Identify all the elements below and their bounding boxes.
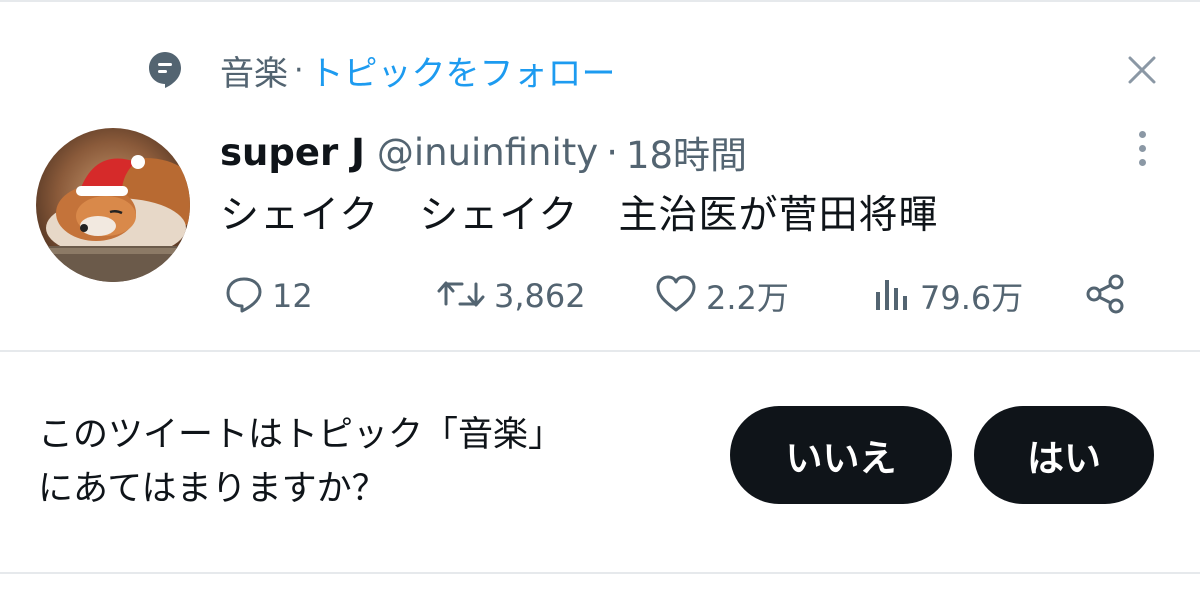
tweet-actions: 12 3,862 2.2万 79.6万 <box>0 266 1200 326</box>
tweet-header: super J @inuinfinity · 18時間 <box>220 126 747 178</box>
section-divider <box>0 350 1200 352</box>
user-handle[interactable]: @inuinfinity <box>377 131 598 174</box>
display-name[interactable]: super J <box>220 131 365 174</box>
retweet-icon <box>436 274 486 318</box>
yes-button[interactable]: はい <box>974 406 1154 504</box>
question-line-1: このツイートはトピック「音楽」 <box>38 415 564 455</box>
more-dot-icon <box>1138 130 1146 138</box>
views-button[interactable]: 79.6万 <box>872 266 1023 326</box>
question-line-2: にあてはまりますか？ <box>38 469 387 509</box>
share-icon <box>1084 272 1128 320</box>
more-options-button[interactable] <box>1128 126 1156 170</box>
tweet-text: シェイク シェイク 主治医が菅田将暉 <box>220 193 939 238</box>
reply-count: 12 <box>272 277 313 315</box>
topic-speech-bubble-icon <box>148 51 182 89</box>
like-count: 2.2万 <box>706 279 789 317</box>
bottom-divider <box>0 572 1200 574</box>
share-button[interactable] <box>1084 266 1128 326</box>
no-button[interactable]: いいえ <box>730 406 952 504</box>
topic-name[interactable]: 音楽 <box>220 46 288 95</box>
reply-icon <box>224 274 264 318</box>
topic-row: 音楽 · トピックをフォロー <box>148 44 616 96</box>
close-button[interactable] <box>1120 50 1164 94</box>
views-count: 79.6万 <box>920 279 1024 317</box>
close-icon <box>1127 55 1157 89</box>
topic-relevance-question: このツイートはトピック「音楽」 にあてはまりますか？ <box>38 408 563 516</box>
follow-topic-link[interactable]: トピックをフォロー <box>310 46 616 95</box>
analytics-bar-icon <box>872 274 912 318</box>
retweet-count: 3,862 <box>494 277 586 315</box>
reply-button[interactable]: 12 <box>224 266 313 326</box>
like-button[interactable]: 2.2万 <box>654 266 789 326</box>
topic-separator: · <box>294 52 304 88</box>
header-separator: · <box>606 130 618 174</box>
more-dot-icon <box>1138 144 1146 152</box>
retweet-button[interactable]: 3,862 <box>436 266 586 326</box>
heart-icon <box>654 274 698 318</box>
top-divider <box>0 0 1200 2</box>
tweet-timestamp[interactable]: 18時間 <box>626 125 747 179</box>
more-dot-icon <box>1138 158 1146 166</box>
avatar[interactable] <box>36 128 190 282</box>
